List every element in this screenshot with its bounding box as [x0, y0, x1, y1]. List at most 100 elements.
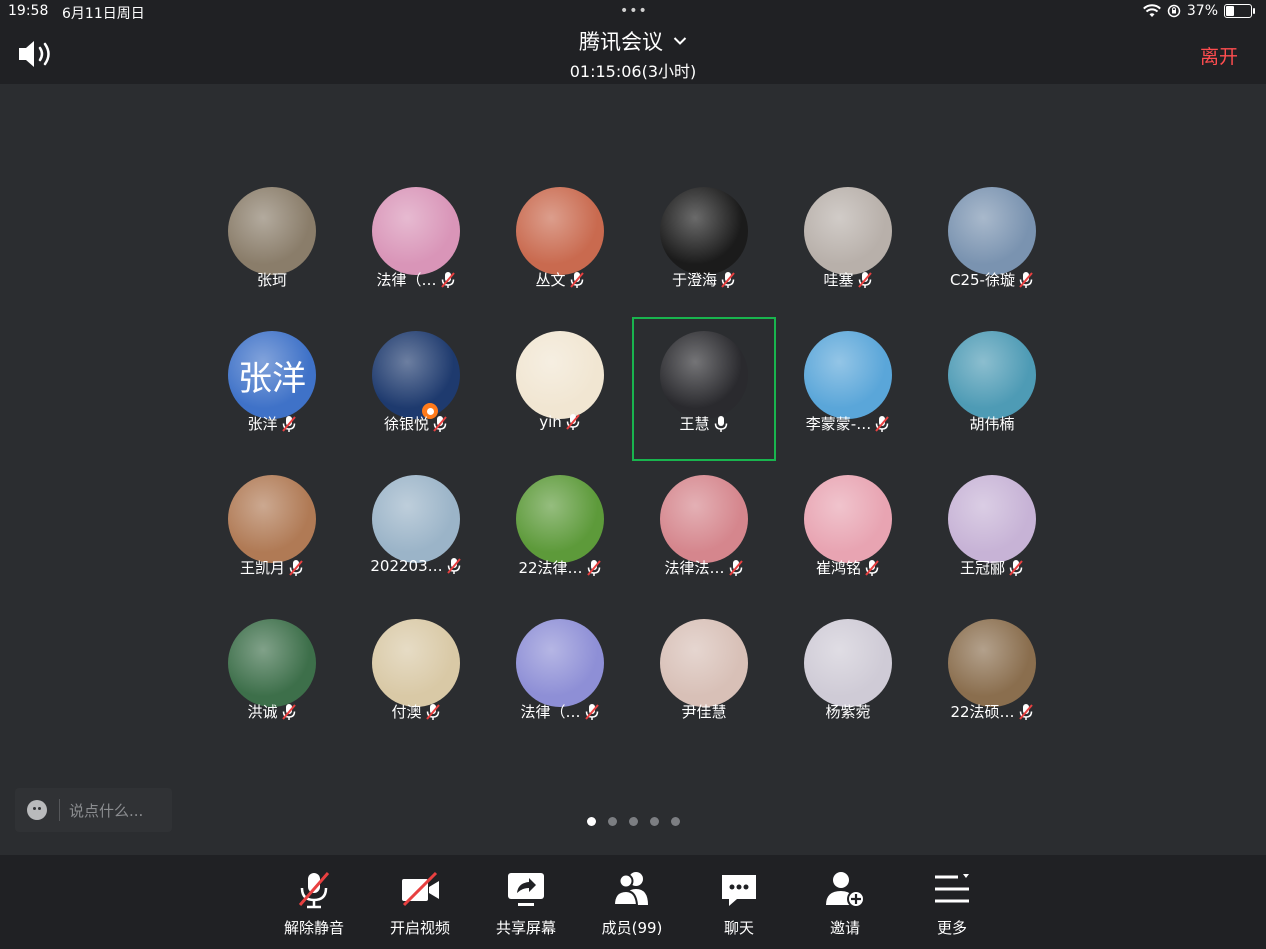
avatar-initials	[660, 475, 748, 563]
avatar	[660, 331, 748, 419]
avatar	[372, 331, 460, 419]
participant-name-row: 崔鸿铭	[776, 557, 920, 578]
multitask-dots[interactable]: •••	[620, 3, 648, 19]
participant-tile[interactable]: 徐银悦	[344, 317, 488, 461]
avatar	[948, 187, 1036, 275]
participant-tile[interactable]: 杨紫菀	[776, 605, 920, 749]
avatar	[948, 331, 1036, 419]
chat-label: 聊天	[723, 919, 754, 937]
participant-tile[interactable]: 202203…	[344, 461, 488, 605]
participant-name-row: 王冠郦	[920, 557, 1064, 578]
page-dot[interactable]	[586, 817, 596, 826]
participant-tile[interactable]: 付澳	[344, 605, 488, 749]
avatar	[228, 187, 316, 275]
avatar-initials	[372, 331, 460, 419]
participant-tile[interactable]: C25-徐璇	[920, 173, 1064, 317]
chat-button[interactable]: 聊天	[699, 867, 779, 938]
mic-muted-icon	[566, 414, 580, 430]
participant-tile[interactable]: 丛文	[488, 173, 632, 317]
participant-tile[interactable]: 于澄海	[632, 173, 776, 317]
participant-tile[interactable]: 胡伟楠	[920, 317, 1064, 461]
participant-tile[interactable]: 法律（…	[488, 605, 632, 749]
mic-muted-icon	[569, 271, 584, 288]
participant-name-row: 丛文	[488, 269, 632, 290]
page-dot[interactable]	[628, 817, 638, 826]
more-button[interactable]: 更多	[912, 867, 992, 938]
participant-tile[interactable]: yin	[488, 317, 632, 461]
invite-button[interactable]: 邀请	[805, 867, 885, 938]
avatar-initials	[228, 187, 316, 275]
participant-tile[interactable]: 王凯月	[200, 461, 344, 605]
participant-name-row: 法律（…	[488, 701, 632, 722]
avatar	[948, 619, 1036, 707]
participant-name: C25-徐璇	[950, 271, 1015, 289]
avatar-initials	[372, 475, 460, 563]
participant-name: 22法律…	[518, 559, 583, 577]
avatar	[516, 475, 604, 563]
page-indicator[interactable]	[0, 817, 1266, 826]
unmute-button[interactable]: 解除静音	[274, 867, 354, 938]
status-date: 6月11日周日	[62, 6, 145, 22]
page-dot[interactable]	[670, 817, 680, 826]
avatar	[516, 187, 604, 275]
participant-tile[interactable]: 法律法…	[632, 461, 776, 605]
participant-name: 尹佳慧	[681, 703, 727, 721]
members-button[interactable]: 成员(99)	[592, 867, 672, 938]
participant-tile[interactable]: 尹佳慧	[632, 605, 776, 749]
members-label: 成员(99)	[601, 919, 663, 937]
participant-name: 法律法…	[664, 559, 725, 577]
participant-name: 王冠郦	[959, 559, 1005, 577]
mic-muted-icon	[865, 559, 879, 576]
mic-muted-icon	[281, 415, 296, 432]
mic-muted-icon	[446, 558, 461, 574]
share-screen-button[interactable]: 共享屏幕	[486, 867, 566, 938]
avatar-initials	[228, 619, 316, 707]
avatar-initials	[516, 187, 604, 275]
top-bar: 19:58 6月11日周日 ••• 37% 腾讯会议 01:15:06(3小时)…	[0, 0, 1266, 84]
avatar	[372, 475, 460, 563]
avatar-initials	[948, 187, 1036, 275]
participant-name: 22法硕…	[950, 703, 1015, 721]
bottom-toolbar: 解除静音 开启视频 共享屏幕 成员(99) 聊天 邀请 更多	[0, 855, 1266, 949]
participant-name: 王凯月	[239, 559, 285, 577]
avatar	[660, 475, 748, 563]
page-dot[interactable]	[607, 817, 617, 826]
avatar: 张洋	[228, 331, 316, 419]
mic-muted-icon	[281, 703, 296, 720]
participant-name: 徐银悦	[383, 415, 429, 433]
participant-tile[interactable]: 张珂	[200, 173, 344, 317]
share-screen-icon	[508, 873, 544, 906]
participant-name-row: 哇塞	[776, 269, 920, 290]
participant-tile[interactable]: 李蒙蒙-…	[776, 317, 920, 461]
start-video-button[interactable]: 开启视频	[380, 867, 460, 938]
participant-name: yin	[539, 413, 562, 431]
rotation-lock-icon	[1167, 4, 1181, 18]
invite-label: 邀请	[829, 919, 860, 937]
avatar-initials	[660, 187, 748, 275]
participant-name: 胡伟楠	[969, 415, 1015, 433]
participant-tile[interactable]: 法律（…	[344, 173, 488, 317]
camera-off-icon	[402, 871, 439, 907]
participant-name-row: 付澳	[344, 701, 488, 722]
participant-tile[interactable]: 哇塞	[776, 173, 920, 317]
meeting-title[interactable]: 腾讯会议	[0, 26, 1266, 56]
participant-name-row: 法律（…	[344, 269, 488, 290]
battery-icon	[1224, 4, 1255, 18]
participant-name: 张珂	[256, 271, 287, 289]
participant-name-row: 李蒙蒙-…	[776, 413, 920, 434]
participant-tile[interactable]: 22法律…	[488, 461, 632, 605]
chevron-down-icon	[673, 34, 687, 50]
leave-button[interactable]: 离开	[1200, 42, 1238, 69]
avatar-initials	[660, 331, 748, 419]
more-menu-icon	[935, 874, 969, 903]
participant-tile-active-speaker[interactable]: 王慧	[632, 317, 776, 461]
participant-tile[interactable]: 张洋 张洋	[200, 317, 344, 461]
participant-name: 李蒙蒙-…	[805, 415, 872, 433]
participant-tile[interactable]: 22法硕…	[920, 605, 1064, 749]
participant-name-row: 22法硕…	[920, 701, 1064, 722]
page-dot[interactable]	[649, 817, 659, 826]
participant-tile[interactable]: 王冠郦	[920, 461, 1064, 605]
participant-tile[interactable]: 崔鸿铭	[776, 461, 920, 605]
avatar	[228, 475, 316, 563]
participant-tile[interactable]: 洪诚	[200, 605, 344, 749]
